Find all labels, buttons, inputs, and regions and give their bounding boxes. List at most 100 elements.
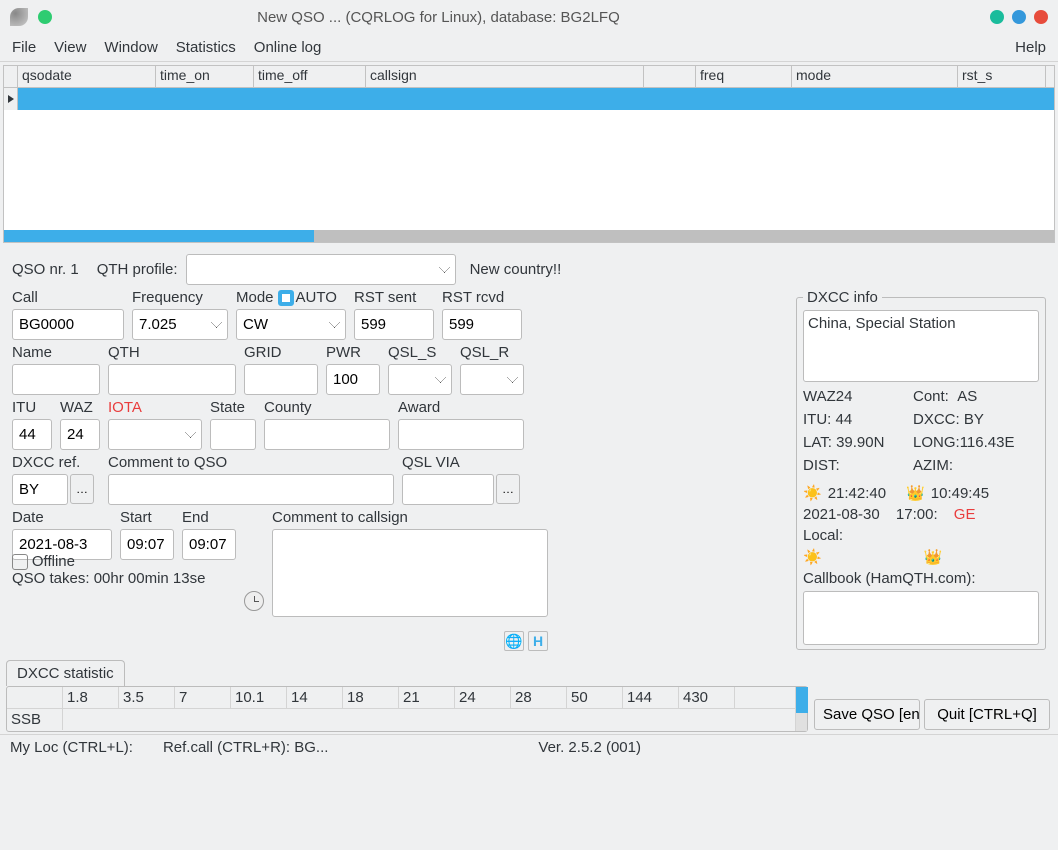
status-version: Ver. 2.5.2 (001) [538,739,641,756]
comment-callsign-input[interactable] [272,529,548,617]
comment-qso-input[interactable] [108,474,394,505]
dxcc-ref-input[interactable] [12,474,68,505]
vertical-scrollbar[interactable] [795,687,807,731]
clock-icon[interactable] [244,591,264,611]
qso-table[interactable]: qsodate time_on time_off callsign freq m… [3,65,1055,243]
menu-statistics[interactable]: Statistics [176,39,236,56]
window-title: New QSO ... (CQRLOG for Linux), database… [257,9,620,26]
end-input[interactable] [182,529,236,560]
qsl-via-label: QSL VIA [402,454,530,471]
qso-nr-label: QSO nr. 1 [12,261,79,278]
waz-input[interactable] [60,419,100,450]
col-qsodate[interactable]: qsodate [18,66,156,87]
callbook-box [803,591,1039,645]
grid-input[interactable] [244,364,318,395]
name-label: Name [12,344,100,361]
sun-icon: ☀️ [803,548,822,566]
start-input[interactable] [120,529,174,560]
qsl-via-input[interactable] [402,474,494,505]
dxcc-info-group: DXCC info China, Special Station WAZ24 C… [796,289,1046,650]
qsl-s-label: QSL_S [388,344,452,361]
menu-online-log[interactable]: Online log [254,39,322,56]
iota-select[interactable] [108,419,202,450]
waz-label: WAZ [60,399,100,416]
qth-profile-label: QTH profile: [97,261,178,278]
comment-qso-label: Comment to QSO [108,454,394,471]
menu-help[interactable]: Help [1015,39,1046,56]
qth-label: QTH [108,344,236,361]
title-bar: New QSO ... (CQRLOG for Linux), database… [0,0,1058,34]
window-dot-min[interactable] [990,10,1004,24]
app-icon [10,8,28,26]
window-dot-max[interactable] [1012,10,1026,24]
band-table[interactable]: SSB 1.8 3.5 7 10.1 14 18 21 24 28 50 144… [6,686,808,732]
col-freq[interactable]: freq [696,66,792,87]
qsl-s-select[interactable] [388,364,452,395]
date-label: Date [12,509,112,526]
crown-icon: 👑 [906,484,925,502]
status-myloc: My Loc (CTRL+L): [10,739,133,756]
itu-label: ITU [12,399,52,416]
call-input[interactable] [12,309,124,340]
menu-window[interactable]: Window [104,39,157,56]
crown-icon: 👑 [924,548,943,566]
qsl-via-browse-button[interactable]: … [496,474,520,504]
qth-input[interactable] [108,364,236,395]
col-time-on[interactable]: time_on [156,66,254,87]
menu-bar: File View Window Statistics Online log H… [0,34,1058,62]
dxcc-ref-label: DXCC ref. [12,454,100,471]
qsl-r-select[interactable] [460,364,524,395]
menu-file[interactable]: File [12,39,36,56]
callbook-label: Callbook (HamQTH.com): [803,570,1039,587]
col-mode[interactable]: mode [792,66,958,87]
comment-callsign-label: Comment to callsign [272,509,548,526]
name-input[interactable] [12,364,100,395]
table-row[interactable] [4,88,1054,110]
pwr-label: PWR [326,344,380,361]
state-input[interactable] [210,419,256,450]
rst-sent-input[interactable] [354,309,434,340]
col-blank[interactable] [644,66,696,87]
frequency-select[interactable]: 7.025 [132,309,228,340]
globe-icon[interactable]: 🌐 [504,631,524,651]
tab-dxcc-statistic[interactable]: DXCC statistic [6,660,125,686]
pwr-input[interactable] [326,364,380,395]
col-callsign[interactable]: callsign [366,66,644,87]
iota-label: IOTA [108,399,202,416]
qth-profile-select[interactable] [186,254,456,285]
award-input[interactable] [398,419,524,450]
quit-button[interactable]: Quit [CTRL+Q] [924,699,1050,730]
offline-checkbox[interactable] [12,554,28,570]
county-input[interactable] [264,419,390,450]
h-icon[interactable]: H [528,631,548,651]
col-rst-s[interactable]: rst_s [958,66,1046,87]
offline-label: Offline [32,553,75,570]
state-label: State [210,399,256,416]
itu-input[interactable] [12,419,52,450]
end-label: End [182,509,236,526]
start-label: Start [120,509,174,526]
rst-sent-label: RST sent [354,289,434,306]
mode-select[interactable]: CW [236,309,346,340]
rst-rcvd-input[interactable] [442,309,522,340]
grid-label: GRID [244,344,318,361]
auto-checkbox[interactable] [278,290,294,306]
mode-label: ModeAUTO [236,289,346,306]
horizontal-scrollbar[interactable] [4,230,1054,242]
status-bar: My Loc (CTRL+L): Ref.call (CTRL+R): BG..… [0,734,1058,760]
window-dot[interactable] [38,10,52,24]
status-refcall: Ref.call (CTRL+R): BG... [163,739,328,756]
frequency-label: Frequency [132,289,228,306]
dxcc-name: China, Special Station [803,310,1039,382]
save-qso-button[interactable]: Save QSO [en [814,699,920,730]
dxcc-legend: DXCC info [803,289,882,306]
rst-rcvd-label: RST rcvd [442,289,522,306]
award-label: Award [398,399,524,416]
dxcc-ref-browse-button[interactable]: … [70,474,94,504]
window-dot-close[interactable] [1034,10,1048,24]
sun-icon: ☀️ [803,484,822,502]
col-time-off[interactable]: time_off [254,66,366,87]
menu-view[interactable]: View [54,39,86,56]
qsl-r-label: QSL_R [460,344,524,361]
qso-takes-label: QSO takes: 00hr 00min 13se [12,570,252,587]
